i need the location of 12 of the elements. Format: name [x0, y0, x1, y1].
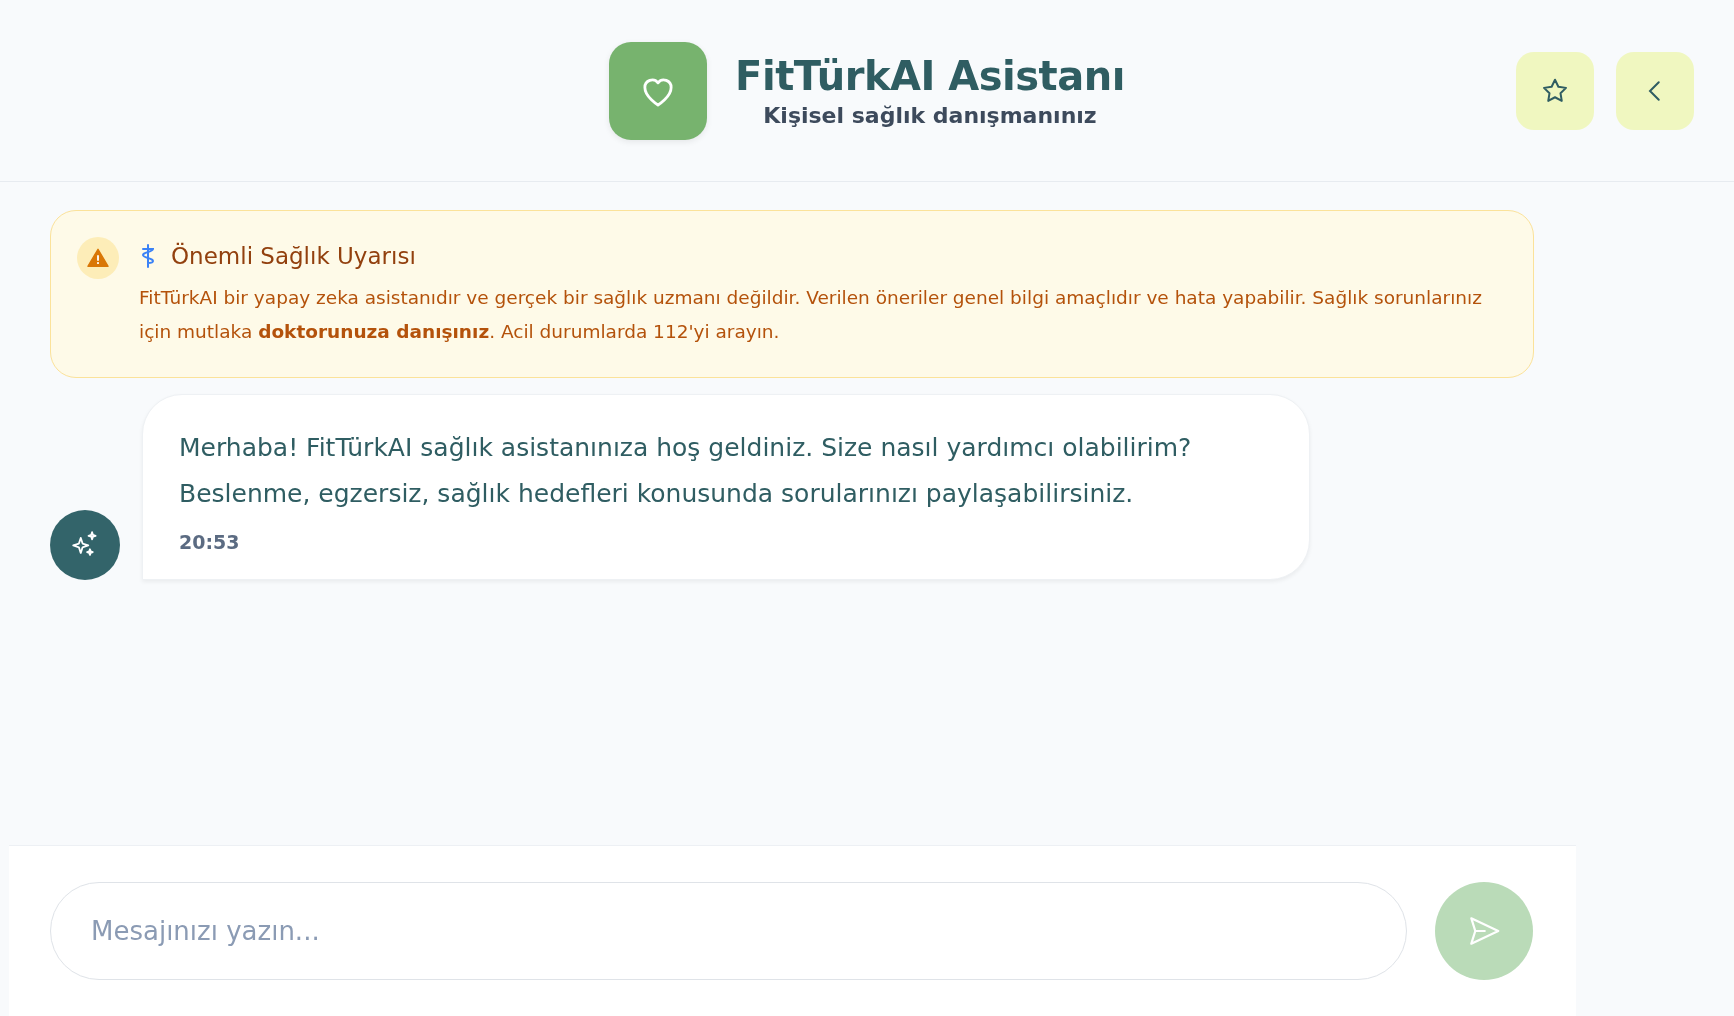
back-button[interactable] — [1616, 52, 1694, 130]
message-time: 20:53 — [179, 531, 240, 553]
caduceus-icon — [139, 244, 157, 268]
message-input[interactable]: Mesajınızı yazın... — [50, 882, 1407, 980]
app-subtitle: Kişisel sağlık danışmanınız — [763, 103, 1097, 128]
warning-icon — [77, 237, 119, 279]
warning-text: FitTürkAI bir yapay zeka asistanıdır ve gerçek bir sağlık uzmanı değildir. Verilen öneriler genel bilgi amaçlıdır ve hata yapabilir. Sağlık sorunlarınız için mutlaka doktorunuza danışınız. Acil durumlarda 112'yi arayın. — [139, 286, 1483, 344]
favorite-button[interactable] — [1516, 52, 1594, 130]
message-text: Merhaba! FitTürkAI sağlık asistanınıza hoş geldiniz. Size nasıl yardımcı olabilirim? Beslenme, egzersiz, sağlık hedefleri konusunda sorularınızı paylaşabilirsiniz. — [179, 432, 1193, 510]
heart-logo-icon — [609, 41, 708, 140]
app-title: FitTürkAI Asistanı — [735, 53, 1125, 99]
warning-title: Önemli Sağlık Uyarısı — [171, 243, 416, 269]
